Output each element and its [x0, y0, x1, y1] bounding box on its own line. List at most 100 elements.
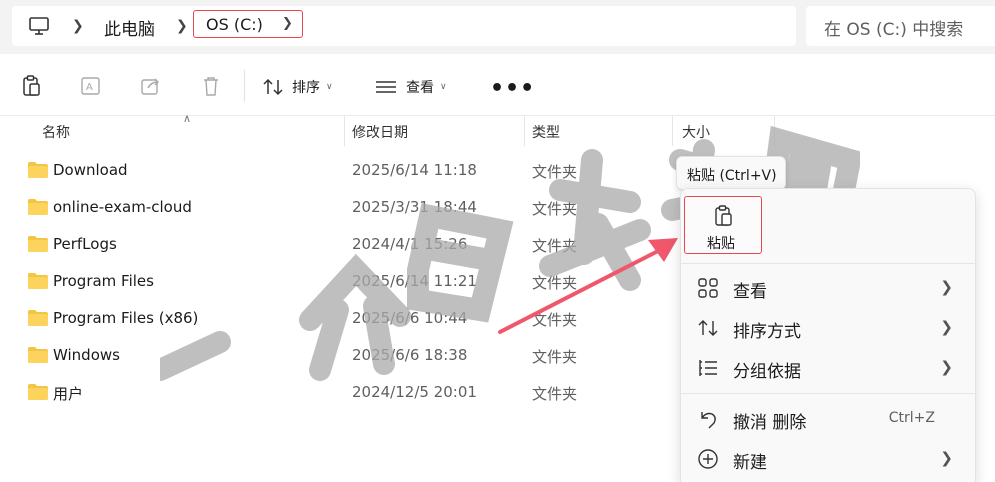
file-row[interactable]: Program Files (x86) 2025/6/6 10:44 文件夹: [20, 301, 580, 337]
menu-item-label: 排序方式: [733, 322, 801, 342]
shortcut-text: Ctrl+Z: [888, 410, 935, 426]
breadcrumb-drive-c[interactable]: OS (C:) ❯: [193, 10, 303, 38]
tooltip-text: 粘贴 (Ctrl+V): [687, 168, 777, 184]
file-date: 2025/3/31 18:44: [352, 198, 477, 216]
folder-icon: [28, 384, 48, 400]
column-divider[interactable]: [672, 116, 673, 146]
menu-item-sort-by[interactable]: 排序方式 ❯: [681, 308, 975, 348]
share-icon[interactable]: [139, 74, 163, 98]
file-name: 用户: [53, 385, 84, 403]
sort-button[interactable]: 排序 ∨: [262, 74, 333, 100]
menu-item-label: 分组依据: [733, 362, 801, 382]
file-type: 文件夹: [532, 385, 578, 403]
file-name: online-exam-cloud: [53, 198, 192, 216]
rename-icon[interactable]: A: [79, 74, 103, 98]
column-name[interactable]: 名称: [42, 122, 70, 142]
breadcrumb-drive-label: OS (C:): [206, 15, 263, 34]
file-name: PerfLogs: [53, 235, 117, 253]
file-row[interactable]: Download 2025/6/14 11:18 文件夹: [20, 153, 580, 189]
address-bar[interactable]: ❯ 此电脑 ❯ OS (C:) ❯: [12, 6, 796, 46]
column-modified[interactable]: 修改日期: [352, 122, 408, 142]
view-button[interactable]: 查看 ∨: [374, 74, 447, 100]
menu-item-label: 撤消 删除: [733, 413, 807, 433]
menu-item-new[interactable]: 新建 ❯: [681, 439, 975, 479]
clipboard-icon: [715, 205, 732, 226]
command-bar: A 排序 ∨ 查看 ∨ •••: [0, 54, 995, 116]
chevron-down-icon: ∨: [326, 82, 333, 92]
toolbar-divider: [244, 70, 245, 102]
sort-ascending-icon: ∧: [183, 112, 192, 125]
menu-item-label: 查看: [733, 282, 767, 302]
column-divider[interactable]: [774, 116, 775, 146]
paste-label: 粘贴: [707, 236, 735, 252]
file-row[interactable]: online-exam-cloud 2025/3/31 18:44 文件夹: [20, 190, 580, 226]
file-date: 2025/6/14 11:18: [352, 161, 477, 179]
column-divider[interactable]: [524, 116, 525, 146]
pc-icon[interactable]: [28, 16, 50, 36]
file-name: Program Files: [53, 272, 154, 290]
chevron-right-icon: ❯: [940, 449, 953, 467]
file-type: 文件夹: [532, 274, 578, 292]
paste-tooltip: 粘贴 (Ctrl+V): [676, 156, 786, 190]
file-date: 2025/6/6 10:44: [352, 309, 468, 327]
menu-separator: [681, 393, 975, 394]
menu-item-label: 新建: [733, 453, 767, 473]
chevron-right-icon: ❯: [940, 318, 953, 336]
column-header: ∧ 名称 修改日期 类型 大小: [0, 112, 995, 146]
file-date: 2025/6/6 18:38: [352, 346, 468, 364]
column-divider[interactable]: [344, 116, 345, 146]
chevron-down-icon: ∨: [440, 82, 447, 92]
file-row[interactable]: PerfLogs 2024/4/1 15:26 文件夹: [20, 227, 580, 263]
search-placeholder: 在 OS (C:) 中搜索: [824, 20, 964, 40]
file-row[interactable]: Windows 2025/6/6 18:38 文件夹: [20, 338, 580, 374]
clipboard-icon[interactable]: [20, 74, 44, 98]
group-list-icon: [699, 360, 717, 376]
chevron-right-icon: ❯: [940, 278, 953, 296]
file-name: Program Files (x86): [53, 309, 199, 327]
folder-icon: [28, 162, 48, 178]
chevron-right-icon: ❯: [940, 358, 953, 376]
sort-label: 排序: [292, 80, 320, 96]
file-type: 文件夹: [532, 200, 578, 218]
menu-separator: [681, 263, 975, 264]
file-row[interactable]: 用户 2024/12/5 20:01 文件夹: [20, 375, 580, 411]
chevron-right-icon[interactable]: ❯: [72, 18, 84, 34]
address-bar-region: ❯ 此电脑 ❯ OS (C:) ❯ 在 OS (C:) 中搜索: [0, 0, 995, 54]
grid-icon: [698, 278, 718, 298]
folder-icon: [28, 199, 48, 215]
menu-item-undo-delete[interactable]: 撤消 删除 Ctrl+Z: [681, 399, 975, 439]
folder-icon: [28, 236, 48, 252]
view-label: 查看: [406, 80, 434, 96]
undo-icon: [701, 412, 716, 429]
plus-circle-icon: [698, 449, 718, 469]
column-size[interactable]: 大小: [682, 122, 710, 142]
file-date: 2025/6/14 11:21: [352, 272, 477, 290]
trash-icon[interactable]: [199, 74, 223, 98]
folder-icon: [28, 310, 48, 326]
svg-text:A: A: [86, 82, 93, 93]
file-type: 文件夹: [532, 237, 578, 255]
file-type: 文件夹: [532, 348, 578, 366]
file-date: 2024/12/5 20:01: [352, 383, 477, 401]
folder-icon: [28, 347, 48, 363]
menu-item-group-by[interactable]: 分组依据 ❯: [681, 348, 975, 388]
sort-icon: [698, 320, 718, 336]
view-icon: [376, 81, 396, 93]
breadcrumb-this-pc[interactable]: 此电脑: [104, 15, 155, 40]
file-row[interactable]: Program Files 2025/6/14 11:21 文件夹: [20, 264, 580, 300]
more-options-button[interactable]: •••: [490, 76, 535, 101]
column-type[interactable]: 类型: [532, 122, 560, 142]
chevron-right-icon[interactable]: ❯: [176, 18, 188, 34]
paste-button[interactable]: 粘贴: [684, 196, 762, 254]
sort-icon: [263, 78, 283, 96]
file-type: 文件夹: [532, 163, 578, 181]
file-type: 文件夹: [532, 311, 578, 329]
search-box[interactable]: 在 OS (C:) 中搜索: [806, 6, 995, 46]
file-date: 2024/4/1 15:26: [352, 235, 468, 253]
menu-item-view[interactable]: 查看 ❯: [681, 268, 975, 308]
folder-icon: [28, 273, 48, 289]
context-menu: 粘贴 查看 ❯ 排序方式 ❯ 分组依据 ❯ 撤消 删除 Ctrl+Z 新建 ❯: [680, 188, 976, 482]
file-name: Download: [53, 161, 128, 179]
chevron-right-icon[interactable]: ❯: [282, 16, 293, 31]
file-name: Windows: [53, 346, 120, 364]
